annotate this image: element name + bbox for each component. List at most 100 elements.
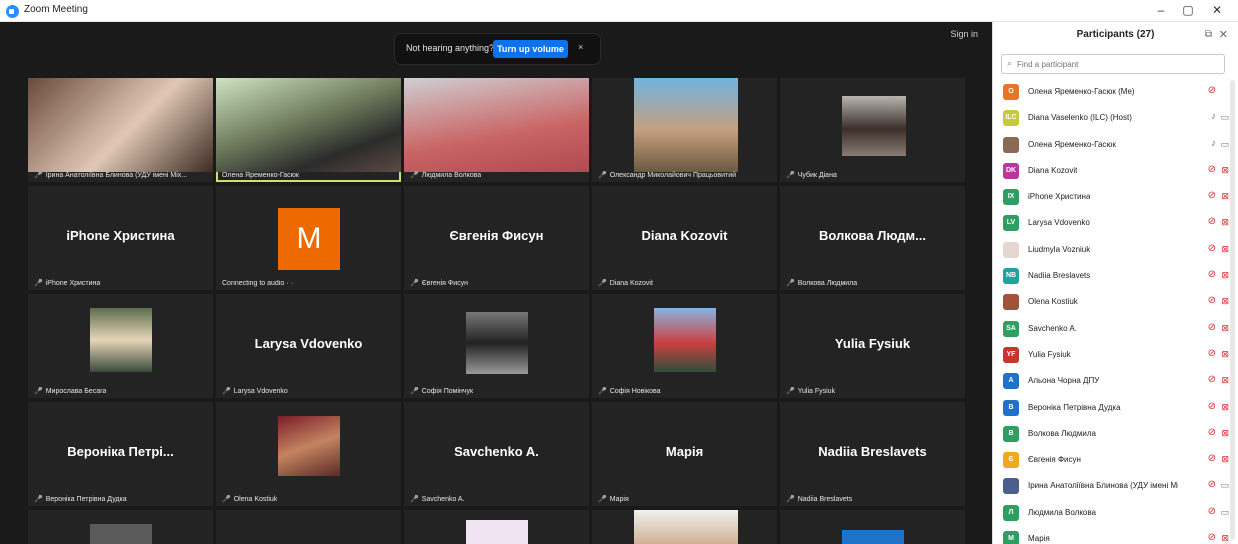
participant-avatar: IX [1003, 189, 1019, 206]
minimize-button[interactable]: – [1150, 3, 1172, 17]
participant-name-label: 🎤 Вероніка Петрівна Дудка [34, 495, 127, 503]
turn-up-volume-button[interactable]: Turn up volume [493, 40, 568, 58]
participant-video [278, 416, 340, 476]
notice-close-button[interactable]: × [578, 42, 583, 52]
participant-tile[interactable] [404, 510, 589, 544]
participant-video [28, 78, 213, 172]
participant-row[interactable]: М Марія ⊘ ⊠ [993, 526, 1238, 544]
participant-name-label: 🎤 Софія Помінчук [410, 387, 473, 395]
zoom-logo-icon [6, 5, 19, 18]
participant-row[interactable]: Olena Kostiuk ⊘ ⊠ [993, 289, 1238, 315]
participant-row[interactable]: О Олена Яременко-Гасюк (Me) ⊘ [993, 79, 1238, 105]
participant-tile[interactable]: 🎤 Людмила Волкова [404, 78, 589, 182]
participant-name: Євгенія Фисун [1028, 455, 1081, 465]
participant-row[interactable]: DK Diana Kozovit ⊘ ⊠ [993, 158, 1238, 184]
participant-tile[interactable]: Nadiia Breslavets 🎤 Nadiia Breslavets [780, 402, 965, 506]
participant-row[interactable]: Є Євгенія Фисун ⊘ ⊠ [993, 447, 1238, 473]
participant-tile[interactable]: Yulia Fysiuk 🎤 Yulia Fysiuk [780, 294, 965, 398]
participant-search[interactable]: ⌕ [1001, 54, 1225, 74]
participant-tile[interactable]: 🎤 Ірина Анатоліївна Блинова (УДУ імені Мі… [28, 78, 213, 182]
participant-name: Yulia Fysiuk [797, 388, 836, 395]
participant-row[interactable]: SA Savchenko A. ⊘ ⊠ [993, 316, 1238, 342]
participant-name: Nadiia Breslavets [797, 496, 853, 503]
participant-tile[interactable]: Larysa Vdovenko 🎤 Larysa Vdovenko [216, 294, 401, 398]
participant-name: Diana Kozovit [1028, 165, 1078, 175]
participant-tile[interactable] [216, 510, 401, 544]
participant-tile[interactable]: 🎤 Olena Kostiuk [216, 402, 401, 506]
muted-mic-icon: ⊘ [1207, 163, 1216, 175]
participant-tile[interactable] [780, 510, 965, 544]
participant-name-label: 🎤 Марія [598, 495, 629, 503]
search-icon: ⌕ [1007, 58, 1013, 68]
participant-row[interactable]: В Волкова Людмила ⊘ ⊠ [993, 421, 1238, 447]
maximize-button[interactable]: ▢ [1177, 3, 1199, 17]
popout-icon[interactable]: ⧉ [1205, 29, 1212, 40]
participant-name-label: 🎤 iPhone Христина [34, 279, 100, 287]
participant-tile[interactable]: M Connecting to audio ·˙· [216, 186, 401, 290]
participant-avatar: LV [1003, 215, 1019, 232]
participant-name: Connecting to audio ·˙· [222, 280, 294, 287]
participant-row[interactable]: Liudmyla Vozniuk ⊘ ⊠ [993, 237, 1238, 263]
participant-tile[interactable] [592, 510, 777, 544]
participant-tile[interactable]: iPhone Христина 🎤 iPhone Христина [28, 186, 213, 290]
participant-tile[interactable]: Євгенія Фисун 🎤 Євгенія Фисун [404, 186, 589, 290]
muted-mic-icon: 🎤 [786, 496, 795, 503]
muted-mic-icon: 🎤 [34, 388, 43, 395]
participant-tile[interactable]: Марія 🎤 Марія [592, 402, 777, 506]
participant-name: Ірина Анатоліївна Блинова (УДУ імені Ми.… [1028, 481, 1178, 491]
participant-name-label: 🎤 Мирослава Бесага [34, 387, 106, 395]
participant-display-name: Savchenko A. [454, 444, 539, 459]
participant-row[interactable]: Л Людмила Волкова ⊘ ▭ [993, 500, 1238, 526]
participant-name: Софія Новікова [609, 388, 661, 395]
participant-row[interactable]: А Альона Чорна ДПУ ⊘ ⊠ [993, 368, 1238, 394]
participant-tile[interactable]: 🎤 Чубик Діана [780, 78, 965, 182]
participant-tile[interactable]: Savchenko A. 🎤 Savchenko A. [404, 402, 589, 506]
participant-display-name: Волкова Людм... [819, 228, 926, 243]
participants-scrollbar[interactable] [1230, 80, 1235, 540]
muted-mic-icon: ⊘ [1207, 400, 1216, 412]
participants-panel: Participants (27) ⧉ ✕ ⌕ О Олена Яременко-… [992, 22, 1238, 544]
camera-off-icon: ⊠ [1221, 217, 1229, 228]
participant-tile[interactable]: Вероніка Петрі... 🎤 Вероніка Петрівна Дудк… [28, 402, 213, 506]
muted-mic-icon: 🎤 [410, 496, 419, 503]
participant-name-label: 🎤 Євгенія Фисун [410, 279, 468, 287]
participant-avatar: М [1003, 531, 1019, 544]
participant-row[interactable]: YF Yulia Fysiuk ⊘ ⊠ [993, 342, 1238, 368]
participant-tile[interactable]: Diana Kozovit 🎤 Diana Kozovit [592, 186, 777, 290]
participant-row[interactable]: Ірина Анатоліївна Блинова (УДУ імені Ми.… [993, 473, 1238, 499]
search-input[interactable] [1017, 57, 1217, 72]
participant-video [842, 96, 906, 156]
camera-off-icon: ⊠ [1221, 533, 1229, 544]
participant-name: Olena Kostiuk [1028, 297, 1078, 307]
participant-tile[interactable] [28, 510, 213, 544]
participant-avatar: Є [1003, 452, 1019, 469]
muted-mic-icon: 🎤 [222, 388, 231, 395]
participant-tile[interactable]: Олена Яременко-Гасюк [216, 78, 401, 182]
participant-tile[interactable]: Волкова Людм... 🎤 Волкова Людмила [780, 186, 965, 290]
participant-list: О Олена Яременко-Гасюк (Me) ⊘ ILC Diana Vase… [993, 79, 1238, 544]
participant-row[interactable]: ILC Diana Vaselenko (ILC) (Host) ♪ ▭ [993, 105, 1238, 131]
participant-display-name: Larysa Vdovenko [254, 336, 363, 351]
participant-row[interactable]: LV Larysa Vdovenko ⊘ ⊠ [993, 210, 1238, 236]
participant-row[interactable]: NB Nadiia Breslavets ⊘ ⊠ [993, 263, 1238, 289]
participant-tile[interactable]: 🎤 Мирослава Бесага [28, 294, 213, 398]
muted-mic-icon: 🎤 [786, 280, 795, 287]
participant-row[interactable]: Олена Яременко-Гасюк ♪ ▭ [993, 132, 1238, 158]
participant-tile[interactable]: 🎤 Олександр Миколайович Працьовитий [592, 78, 777, 182]
participant-name: iPhone Христина [1028, 192, 1091, 202]
participant-row[interactable]: В Вероніка Петрівна Дудка ⊘ ⊠ [993, 395, 1238, 421]
participant-name: Мирослава Бесага [45, 388, 107, 395]
participant-name: Людмила Волкова [421, 172, 482, 179]
muted-mic-icon: ⊘ [1207, 216, 1216, 228]
participant-row[interactable]: IX iPhone Христина ⊘ ⊠ [993, 184, 1238, 210]
sign-in-link[interactable]: Sign in [950, 29, 978, 39]
participant-tile[interactable]: 🎤 Софія Помінчук [404, 294, 589, 398]
camera-off-icon: ⊠ [1221, 375, 1229, 386]
participant-tile[interactable]: 🎤 Софія Новікова [592, 294, 777, 398]
participant-avatar: В [1003, 425, 1019, 442]
muted-mic-icon: 🎤 [34, 280, 43, 287]
close-panel-button[interactable]: ✕ [1219, 28, 1228, 41]
close-window-button[interactable]: ✕ [1206, 3, 1228, 17]
participant-name-label: 🎤 Yulia Fysiuk [786, 387, 835, 395]
muted-mic-icon: ⊘ [1207, 295, 1216, 307]
